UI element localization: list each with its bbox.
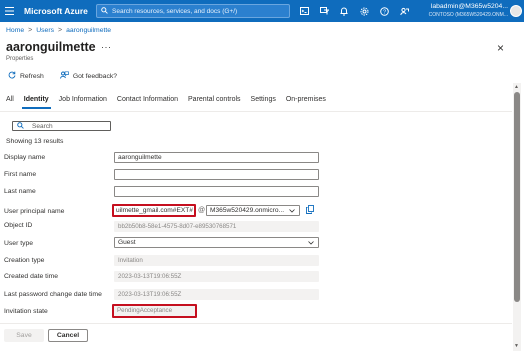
tab-on-premises[interactable]: On-premises [284, 96, 334, 107]
last-name-field[interactable] [114, 186, 319, 197]
scroll-down-icon[interactable]: ▼ [514, 343, 519, 349]
breadcrumb: Home > Users > aaronguilmette [6, 27, 111, 34]
tab-divider [0, 111, 512, 112]
property-search-placeholder: Search [32, 122, 53, 130]
account-menu[interactable]: labadmin@M365w5204... CONTOSO (M365W5204… [429, 3, 508, 19]
last-password-change-field: 2023-03-13T19:06:55Z [114, 289, 319, 300]
scrollbar-thumb[interactable] [514, 92, 520, 302]
object-id-field: bb2b50b8-58e1-4575-8d07-e89530768571 [114, 221, 319, 232]
tab-job-information[interactable]: Job Information [57, 96, 115, 107]
feedback-person-icon [59, 71, 69, 81]
feedback-button[interactable]: Got feedback? [59, 71, 118, 81]
last-password-change-label: Last password change date time [4, 291, 102, 298]
breadcrumb-separator: > [57, 27, 63, 34]
display-name-field[interactable]: aaronguilmette [114, 152, 319, 163]
page-title: aaronguilmette [6, 40, 96, 54]
account-tenant: CONTOSO (M365W520429.ONM... [428, 12, 508, 18]
search-icon [101, 6, 108, 16]
feedback-label: Got feedback? [72, 72, 118, 80]
save-button[interactable]: Save [4, 329, 44, 342]
upn-label: User principal name [4, 208, 65, 215]
refresh-icon [8, 71, 16, 81]
chevron-down-icon [288, 207, 296, 215]
breadcrumb-separator: > [28, 27, 33, 34]
invitation-state-label: Invitation state [4, 308, 48, 315]
search-icon [17, 121, 24, 131]
copy-icon[interactable] [306, 205, 314, 216]
results-count: Showing 13 results [6, 138, 64, 145]
chevron-down-icon [307, 239, 315, 247]
refresh-button[interactable]: Refresh [8, 71, 44, 81]
created-date-label: Created date time [4, 273, 59, 280]
hamburger-menu-icon[interactable] [0, 0, 18, 22]
breadcrumb-user[interactable]: aaronguilmette [66, 27, 111, 34]
footer-divider [0, 323, 512, 324]
command-bar: Refresh Got feedback? [8, 71, 129, 81]
upn-username-field[interactable]: uilmette_gmail.com#EXT# [112, 204, 196, 217]
tab-settings[interactable]: Settings [249, 96, 284, 107]
tab-identity[interactable]: Identity [21, 96, 57, 109]
user-type-value: Guest [118, 239, 136, 246]
cancel-button[interactable]: Cancel [48, 329, 88, 342]
tab-contact-information[interactable]: Contact Information [115, 96, 186, 107]
bell-icon[interactable] [334, 0, 354, 22]
creation-type-field: Invitation [114, 255, 319, 266]
upn-domain-select[interactable]: M365w520429.onmicro... [206, 205, 300, 216]
display-name-label: Display name [4, 154, 46, 161]
tab-parental-controls[interactable]: Parental controls [186, 96, 249, 107]
page-subtitle: Properties [6, 56, 34, 62]
creation-type-label: Creation type [4, 257, 45, 264]
breadcrumb-home[interactable]: Home [6, 27, 24, 34]
property-search-input[interactable]: Search [12, 121, 111, 131]
upn-domain-value: M365w520429.onmicro... [210, 207, 285, 214]
first-name-field[interactable] [114, 169, 319, 180]
svg-text:?: ? [382, 9, 385, 15]
gear-icon[interactable] [354, 0, 374, 22]
directory-filter-icon[interactable] [314, 0, 334, 22]
scroll-up-icon[interactable]: ▲ [514, 84, 519, 90]
tab-all[interactable]: All [4, 96, 22, 107]
global-search-input[interactable]: Search resources, services, and docs (G+… [96, 4, 290, 18]
brand-title[interactable]: Microsoft Azure [24, 6, 88, 16]
help-icon[interactable]: ? [374, 0, 394, 22]
refresh-label: Refresh [20, 72, 44, 80]
close-icon[interactable]: × [497, 41, 504, 55]
last-name-label: Last name [4, 188, 36, 195]
at-sign-icon: @ [198, 207, 206, 214]
object-id-label: Object ID [4, 222, 33, 229]
cloud-shell-icon[interactable] [294, 0, 314, 22]
top-bar: Microsoft Azure Search resources, servic… [0, 0, 524, 22]
created-date-field: 2023-03-13T19:06:55Z [114, 271, 319, 282]
tab-bar: All Identity Job Information Contact Inf… [4, 96, 334, 109]
account-user: labadmin@M365w5204... [430, 3, 508, 10]
breadcrumb-users[interactable]: Users [36, 27, 54, 34]
feedback-icon[interactable] [394, 0, 414, 22]
more-options-icon[interactable]: ··· [101, 42, 112, 52]
user-type-label: User type [4, 240, 34, 247]
user-type-select[interactable]: Guest [114, 237, 319, 248]
avatar[interactable] [510, 5, 522, 17]
invitation-state-field: PendingAcceptance [112, 304, 197, 318]
first-name-label: First name [4, 171, 37, 178]
search-placeholder: Search resources, services, and docs (G+… [112, 7, 238, 15]
